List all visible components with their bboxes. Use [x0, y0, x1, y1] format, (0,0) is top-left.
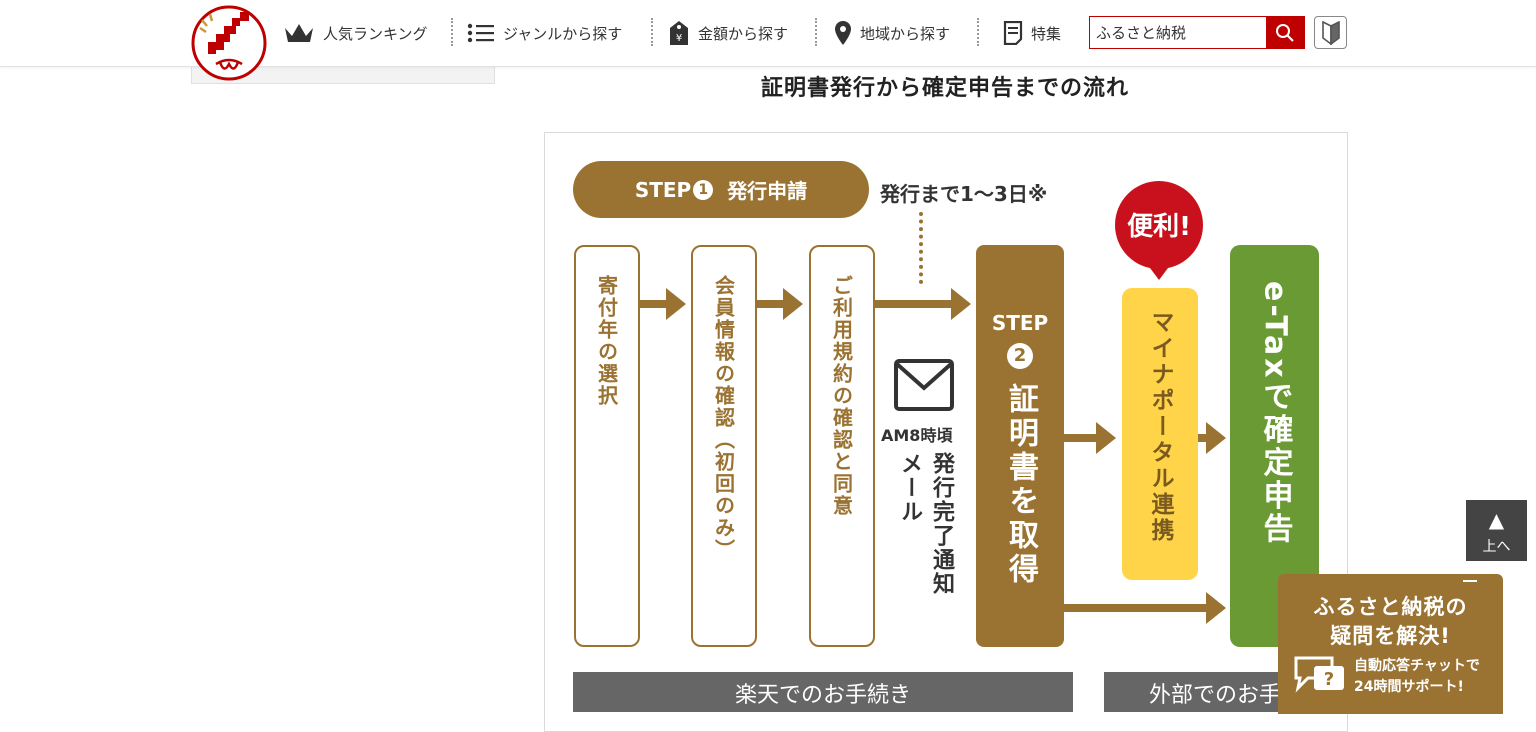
- beginner-mark-icon: [1321, 20, 1340, 45]
- svg-text:?: ?: [1324, 669, 1334, 690]
- crown-icon: [285, 24, 313, 42]
- arrow-right-icon: [875, 288, 971, 320]
- back-to-top-button[interactable]: ▲ 上へ: [1466, 500, 1527, 561]
- step2-number: 2: [1007, 343, 1033, 369]
- days-note: 発行まで1〜3日※: [880, 182, 1048, 206]
- chat-title: ふるさと納税の 疑問を解決!: [1278, 593, 1503, 651]
- chat-title-line2: 疑問を解決!: [1330, 624, 1451, 648]
- chat-minimize-button[interactable]: [1463, 580, 1477, 582]
- arrow-right-icon: [1064, 592, 1226, 624]
- flow-card-member-info-label: 会員情報の確認（初回のみ）: [711, 275, 736, 561]
- page-title: 証明書発行から確定申告までの流れ: [760, 76, 1129, 101]
- tab-rakuten-procedure[interactable]: 楽天でのお手続き: [573, 672, 1073, 712]
- list-icon: [467, 23, 494, 43]
- flow-card-year-select: 寄付年の選択: [574, 245, 640, 647]
- nav-divider: [977, 18, 979, 46]
- yen-tag-icon: ¥: [670, 21, 688, 45]
- document-icon: [1003, 21, 1023, 45]
- convenient-badge-label: 便利!: [1127, 212, 1191, 242]
- etax-label: e-Taxで確定申告: [1257, 281, 1293, 546]
- mynaportal-label: マイナポータル連携: [1147, 310, 1173, 544]
- search-button[interactable]: [1266, 17, 1304, 48]
- furusato-logo[interactable]: [190, 4, 268, 82]
- step1-label: 発行申請: [727, 179, 808, 203]
- nav-region[interactable]: 地域から探す: [834, 20, 950, 46]
- nav-divider: [651, 18, 653, 46]
- beginner-button[interactable]: [1314, 16, 1347, 49]
- search-box: [1089, 16, 1305, 49]
- nav-genre[interactable]: ジャンルから探す: [467, 20, 622, 46]
- flow-card-terms: ご利用規約の確認と同意: [809, 245, 875, 647]
- chat-subtitle: 自動応答チャットで 24時間サポート!: [1354, 656, 1480, 698]
- arrow-right-icon: [1064, 422, 1116, 454]
- step1-number: 1: [693, 179, 714, 200]
- nav-ranking-label: 人気ランキング: [323, 24, 428, 43]
- step1-badge: STEP 1 発行申請: [573, 161, 869, 218]
- nav-ranking[interactable]: 人気ランキング: [283, 20, 428, 46]
- search-icon: [1276, 23, 1294, 42]
- chat-title-line1: ふるさと納税の: [1313, 595, 1468, 619]
- mail-notice-label: 発行完了通知メール: [897, 452, 954, 596]
- arrow-right-icon: [757, 288, 803, 320]
- flow-card-year-select-label: 寄付年の選択: [594, 275, 619, 407]
- svg-text:¥: ¥: [676, 33, 682, 44]
- chat-question-icon: ?: [1294, 656, 1344, 693]
- mail-time-label: AM8時頃: [881, 426, 953, 445]
- nav-genre-label: ジャンルから探す: [503, 24, 623, 43]
- up-arrow-icon: ▲: [1488, 508, 1505, 532]
- nav-region-label: 地域から探す: [860, 24, 951, 43]
- map-pin-icon: [835, 21, 851, 45]
- back-to-top-label: 上へ: [1482, 539, 1511, 555]
- dotted-connector: [919, 212, 923, 284]
- chat-sub-line1: 自動応答チャットで: [1354, 658, 1480, 674]
- nav-feature-label: 特集: [1031, 24, 1062, 43]
- mynaportal-card: マイナポータル連携: [1122, 288, 1198, 580]
- flow-card-terms-label: ご利用規約の確認と同意: [829, 275, 854, 517]
- flow-card-member-info: 会員情報の確認（初回のみ）: [691, 245, 757, 647]
- chat-sub-line2: 24時間サポート!: [1354, 679, 1464, 695]
- step2-word: STEP: [991, 311, 1049, 335]
- mail-icon: [894, 359, 954, 411]
- step1-word: STEP: [634, 177, 692, 202]
- search-input[interactable]: [1090, 17, 1266, 48]
- chat-support-widget[interactable]: ふるさと納税の 疑問を解決! ? 自動応答チャットで 24時間サポート!: [1278, 574, 1503, 714]
- arrow-right-icon: [1198, 422, 1226, 454]
- nav-divider: [451, 18, 453, 46]
- nav-price-label: 金額から探す: [698, 24, 789, 43]
- nav-divider: [815, 18, 817, 46]
- nav-feature[interactable]: 特集: [1003, 20, 1061, 46]
- step2-card: STEP 2 証明書を取得: [976, 245, 1064, 647]
- step2-label: 証明書を取得: [1003, 383, 1038, 587]
- nav-price[interactable]: ¥ 金額から探す: [668, 20, 788, 46]
- arrow-right-icon: [640, 288, 686, 320]
